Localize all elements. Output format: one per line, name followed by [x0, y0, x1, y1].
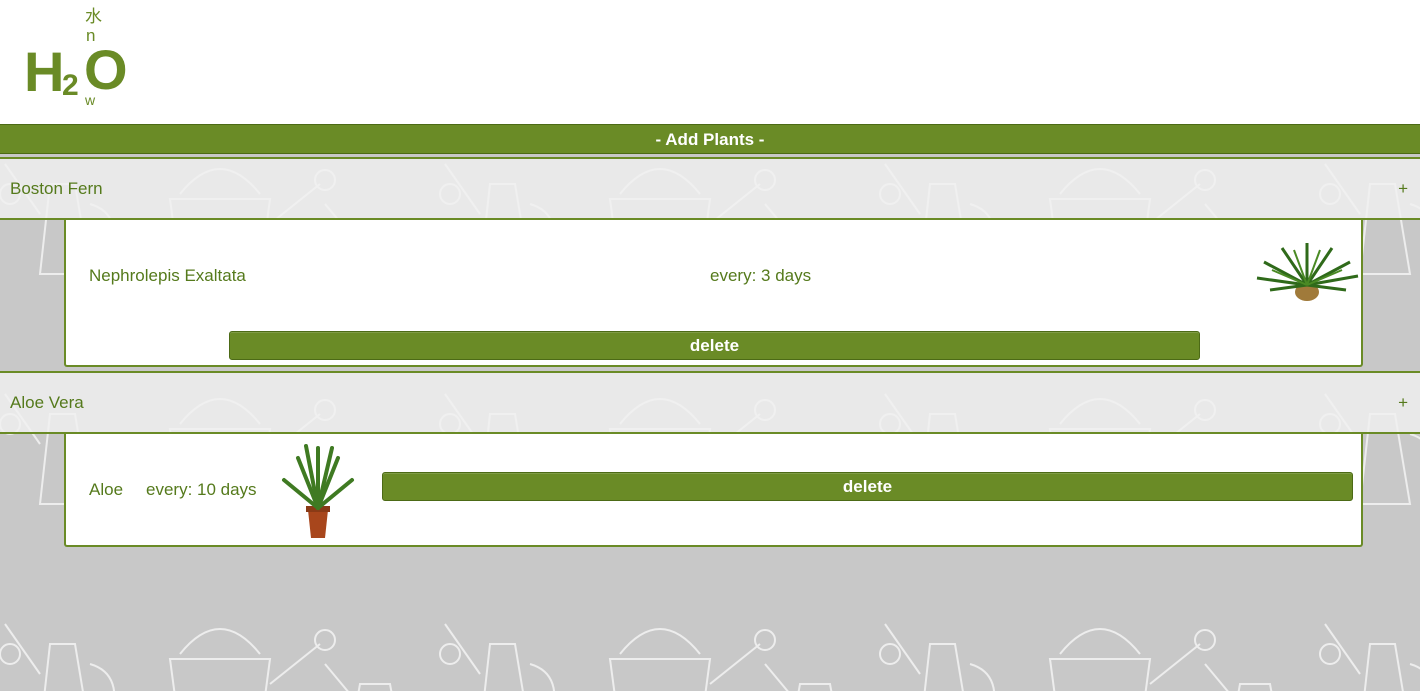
- plant-name: Boston Fern: [10, 179, 103, 198]
- fern-image: [1256, 243, 1359, 301]
- plant-list-area: - Add Plants - Boston Fern + Nephrolepis…: [0, 124, 1420, 691]
- add-plants-button[interactable]: - Add Plants -: [0, 124, 1420, 154]
- logo-letter-h: H: [24, 40, 64, 103]
- watering-frequency: every: 3 days: [710, 266, 812, 285]
- plant-name: Aloe Vera: [10, 393, 84, 412]
- logo-letter-o: O: [84, 38, 128, 101]
- scientific-name: Nephrolepis Exaltata: [89, 266, 246, 285]
- watering-frequency: every: 10 days: [146, 480, 257, 499]
- logo-letter-w: w: [85, 92, 96, 108]
- header: 水 n H 2 O w: [0, 0, 1420, 124]
- delete-button[interactable]: delete: [229, 331, 1200, 360]
- h2o-logo[interactable]: 水 n H 2 O w: [22, 4, 142, 116]
- logo-kanji: 水: [85, 7, 102, 26]
- scientific-name: Aloe: [89, 480, 124, 499]
- expand-icon[interactable]: +: [1398, 393, 1408, 413]
- aloe-image: [282, 444, 354, 538]
- logo-subscript-2: 2: [62, 69, 79, 102]
- plant-header-aloe-vera[interactable]: Aloe Vera +: [0, 371, 1420, 434]
- plant-card-aloe-vera: Aloe every: 10 days delete: [64, 434, 1363, 547]
- plant-card-boston-fern: Nephrolepis Exaltata every: 3 days delet…: [64, 220, 1363, 367]
- expand-icon[interactable]: +: [1398, 179, 1408, 199]
- plant-header-boston-fern[interactable]: Boston Fern +: [0, 157, 1420, 220]
- delete-button[interactable]: delete: [382, 472, 1353, 501]
